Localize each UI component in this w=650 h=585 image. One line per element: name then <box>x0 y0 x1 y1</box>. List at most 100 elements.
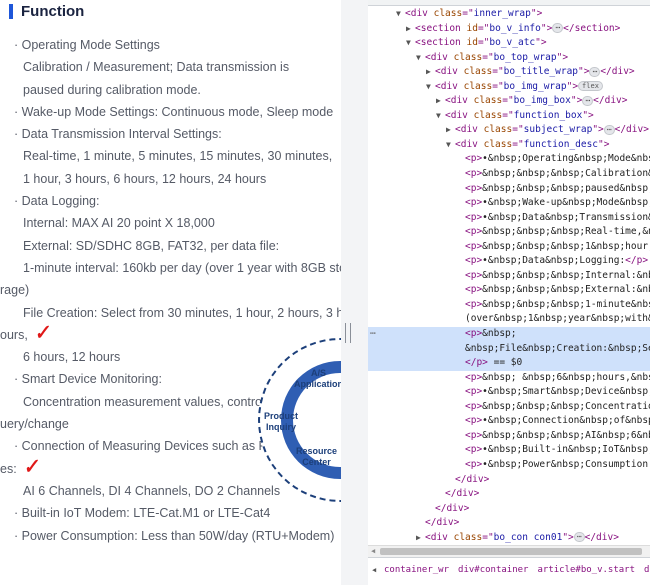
devtools-elements-panel: ▼ <div class="inner_wrap"> ▶ <section id="b… <box>368 0 650 585</box>
dom-node[interactable]: ▼ <div class="bo_img_wrap"> flex <box>368 80 650 95</box>
collapsed-content-ellipsis-icon[interactable]: ⋯ <box>589 66 601 77</box>
dom-node[interactable]: <p>•&nbsp;Power&nbsp;Consumption:&nbsp;L… <box>368 458 650 473</box>
node-menu-icon[interactable]: ⋯ <box>370 327 376 342</box>
dom-node-selected[interactable]: &nbsp;File&nbsp;Creation:&nbsp;Select&nb… <box>368 341 650 357</box>
application-label: Application <box>294 379 341 389</box>
dom-node[interactable]: ▶ <div class="bo_con con01"> ⋯ </div> <box>368 531 650 546</box>
dom-node-selected[interactable]: ⋯ <p>&nbsp; <box>368 327 650 342</box>
tag-text: <p> <box>465 386 483 398</box>
dom-node[interactable]: <p>&nbsp;&nbsp;&nbsp;1-minute&nbsp;inter… <box>368 298 650 313</box>
dom-node[interactable]: ▼ <section id="bo_v_atc"> <box>368 36 650 51</box>
as-application-link[interactable]: A/S Application <box>294 368 341 390</box>
description-line: 1-minute interval: 160kb per day (over 1… <box>14 257 341 279</box>
node-text: •&nbsp;Data&nbsp;Transmission&nbsp;Inter… <box>482 211 650 223</box>
horizontal-scrollbar[interactable]: ◀ <box>368 545 650 557</box>
dom-node[interactable]: <p>&nbsp;&nbsp;&nbsp;paused&nbsp;during&… <box>368 182 650 197</box>
collapsed-triangle-icon[interactable]: ▶ <box>426 65 435 80</box>
dom-node[interactable]: <p>•&nbsp;Wake-up&nbsp;Mode&nbsp;Setting… <box>368 196 650 211</box>
tag-text: =" <box>492 80 504 92</box>
expanded-triangle-icon[interactable]: ▼ <box>446 138 455 153</box>
breadcrumb-item[interactable]: article#bo_v.start <box>537 565 635 575</box>
tag-text: <p> <box>465 429 483 441</box>
collapsed-content-ellipsis-icon[interactable]: ⋯ <box>573 532 585 543</box>
attribute-value: bo_img_box <box>513 95 571 107</box>
collapsed-triangle-icon[interactable]: ▶ <box>436 94 445 109</box>
dom-node[interactable]: <p>•&nbsp;Built-in&nbsp;IoT&nbsp;Modem:&… <box>368 443 650 458</box>
collapsed-content-ellipsis-icon[interactable]: ⋯ <box>603 124 615 135</box>
dom-tree[interactable]: ▼ <div class="inner_wrap"> ▶ <section id="b… <box>368 7 650 585</box>
dom-node-selected[interactable]: </p> == $0 <box>368 356 650 371</box>
collapsed-triangle-icon[interactable]: ▶ <box>406 22 415 37</box>
splitter-grip-icon[interactable] <box>345 323 351 343</box>
dom-node[interactable]: ▶ <div class="bo_img_box"> ⋯ </div> <box>368 94 650 109</box>
dom-node[interactable]: <p>•&nbsp;Data&nbsp;Logging:</p> <box>368 254 650 269</box>
node-text: (over&nbsp;1&nbsp;year&nbsp;with&nbsp;8G… <box>465 313 650 325</box>
dom-node[interactable]: ▶ <div class="bo_title_wrap"> ⋯ </div> <box>368 65 650 80</box>
node-text: •&nbsp;Connection&nbsp;of&nbsp;Measuring <box>482 415 650 427</box>
dom-node[interactable]: </div> <box>368 502 650 517</box>
tag-text: "> <box>530 8 543 19</box>
breadcrumb-left-icon[interactable]: ◀ <box>372 566 376 574</box>
description-line-text: · Smart Device Monitoring: <box>14 372 162 387</box>
description-line: rage) <box>0 279 341 301</box>
breadcrumb-item[interactable]: div.inner_w <box>644 565 650 575</box>
dom-node[interactable]: ▶ <div class="subject_wrap"> ⋯ </div> <box>368 123 650 138</box>
tag-text: "> <box>598 138 610 150</box>
expanded-triangle-icon[interactable]: ▼ <box>396 7 405 22</box>
resource-center-link[interactable]: Resource Center <box>296 446 337 468</box>
expanded-triangle-icon[interactable]: ▼ <box>406 36 415 51</box>
pane-splitter[interactable] <box>341 0 369 585</box>
tag-text: "> <box>535 37 547 49</box>
dom-node[interactable]: ▼ <div class="bo_top_wrap"> <box>368 51 650 66</box>
dom-node[interactable]: </div> <box>368 516 650 531</box>
breadcrumb-item[interactable]: div#container <box>458 565 528 575</box>
flex-badge[interactable]: flex <box>578 81 603 92</box>
dom-node[interactable]: ▼ <div class="inner_wrap"> <box>368 7 650 22</box>
tag-text: <p> <box>465 269 483 281</box>
dom-node[interactable]: (over&nbsp;1&nbsp;year&nbsp;with&nbsp;8G… <box>368 312 650 327</box>
dom-node[interactable]: <p>&nbsp;&nbsp;&nbsp;Real-time,&nbsp;1&n… <box>368 225 650 240</box>
product-inquiry-link[interactable]: Product Inquiry <box>264 411 298 433</box>
node-text: •&nbsp;Data&nbsp;Logging: <box>482 255 626 267</box>
breadcrumb-item[interactable]: container_wr <box>384 565 449 575</box>
dom-node[interactable]: <p>&nbsp;&nbsp;&nbsp;AI&nbsp;6&nbsp;Chan… <box>368 429 650 444</box>
dom-node[interactable]: <p>•&nbsp;Smart&nbsp;Device&nbsp;Monitor… <box>368 385 650 400</box>
tag-text: =" <box>492 66 504 78</box>
dom-node[interactable]: <p>&nbsp;&nbsp;&nbsp;Internal:&nbsp;MAX&… <box>368 269 650 284</box>
tag-text: "> <box>540 22 553 34</box>
dom-node[interactable]: </div> <box>368 487 650 502</box>
dom-node[interactable]: <p>&nbsp;&nbsp;&nbsp;External:&nbsp;SD/S… <box>368 283 650 298</box>
expanded-triangle-icon[interactable]: ▼ <box>416 51 425 66</box>
scroll-left-icon[interactable]: ◀ <box>371 546 375 557</box>
dom-node[interactable]: <p>•&nbsp;Data&nbsp;Transmission&nbsp;In… <box>368 211 650 226</box>
dom-node[interactable]: ▶ <section id="bo_v_info"> ⋯ </section> <box>368 22 650 37</box>
dom-node[interactable]: <p>•&nbsp;Connection&nbsp;of&nbsp;Measur… <box>368 414 650 429</box>
attribute-name: class <box>463 66 493 78</box>
attribute-value: bo_img_wrap <box>503 80 567 92</box>
description-line-text: AI 6 Channels, DI 4 Channels, DO 2 Chann… <box>23 483 281 498</box>
tag-text: <p> <box>465 444 483 456</box>
expanded-triangle-icon[interactable]: ▼ <box>426 80 435 95</box>
dom-node[interactable]: <p>&nbsp;&nbsp;&nbsp;Calibration&nbsp;/&… <box>368 167 650 182</box>
dom-node[interactable]: <p>&nbsp;&nbsp;&nbsp;Concentration&nbsp;… <box>368 400 650 415</box>
collapsed-triangle-icon[interactable]: ▶ <box>446 123 455 138</box>
dom-node[interactable]: <p>•&nbsp;Operating&nbsp;Mode&nbsp;Setti… <box>368 152 650 167</box>
description-line-text: 1-minute interval: 160kb per day (over 1… <box>23 260 341 275</box>
description-line-text: uery/change <box>0 417 69 432</box>
dom-node[interactable]: <p>&nbsp; &nbsp;6&nbsp;hours,&nbsp;12&nb… <box>368 371 650 386</box>
quick-menu-widget[interactable]: A/S Application Product Inquiry Resource… <box>258 338 341 508</box>
expanded-triangle-icon[interactable]: ▼ <box>436 109 445 124</box>
dom-node[interactable]: ▼ <div class="function_desc"> <box>368 138 650 153</box>
tag-text: </div> <box>455 473 490 485</box>
tag-text: <div <box>435 80 464 92</box>
collapsed-content-ellipsis-icon[interactable]: ⋯ <box>582 95 594 106</box>
collapsed-triangle-icon[interactable]: ▶ <box>416 531 425 546</box>
scrollbar-thumb[interactable] <box>380 548 642 555</box>
dom-node[interactable]: <p>&nbsp;&nbsp;&nbsp;1&nbsp;hour,&nbsp;3… <box>368 240 650 255</box>
dom-node[interactable]: ▼ <div class="function_box"> <box>368 109 650 124</box>
collapsed-content-ellipsis-icon[interactable]: ⋯ <box>552 23 564 34</box>
attribute-value: bo_top_wrap <box>493 51 557 63</box>
dom-node[interactable]: </div> <box>368 473 650 488</box>
devtools-toolbar-edge <box>368 0 650 6</box>
description-line: Real-time, 1 minute, 5 minutes, 15 minut… <box>14 145 341 167</box>
